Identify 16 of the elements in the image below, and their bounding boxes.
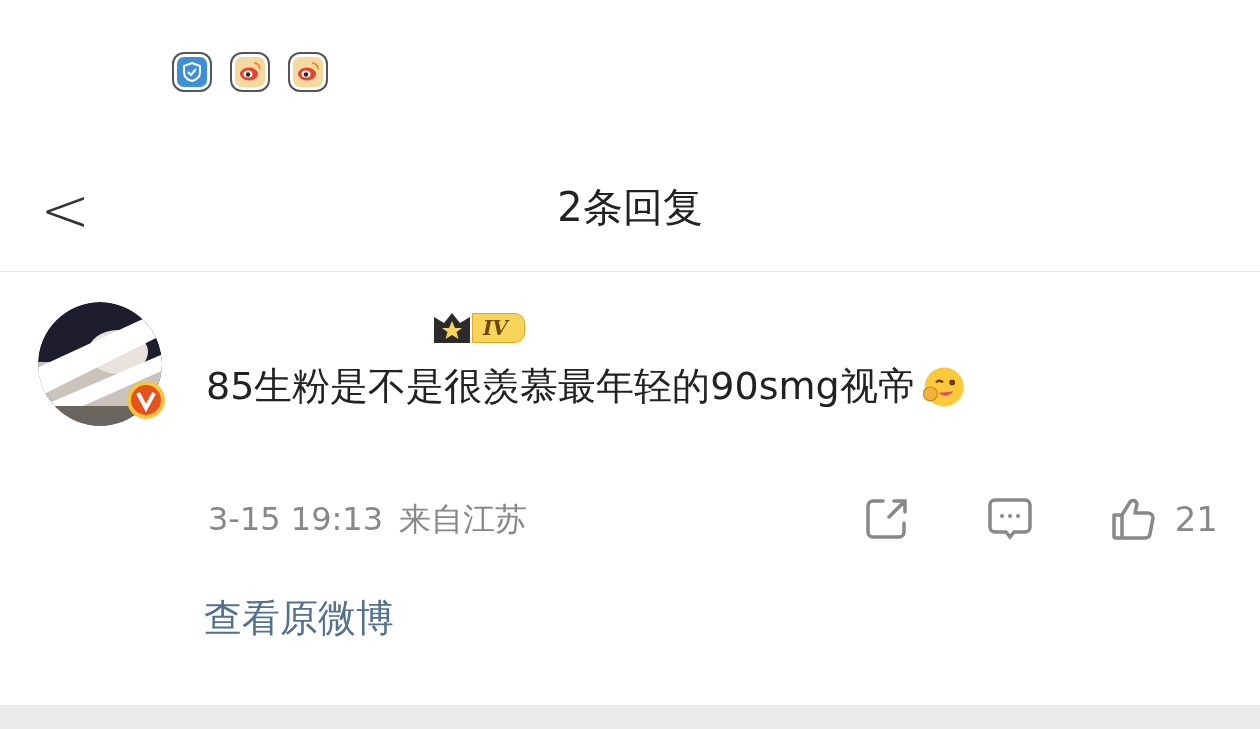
- post-location: 来自江苏: [399, 499, 527, 540]
- share-icon[interactable]: [864, 497, 909, 541]
- page-title: 2条回复: [557, 182, 703, 232]
- comment-icon[interactable]: [986, 496, 1033, 542]
- verified-badge-icon: [126, 380, 166, 420]
- shield-app-icon: [172, 52, 212, 92]
- like-count: 21: [1174, 497, 1218, 541]
- eye-app-icon: [288, 52, 328, 92]
- back-button[interactable]: <: [40, 180, 91, 240]
- comment-text: 85生粉是不是很羡慕最年轻的90smg视帝: [206, 363, 916, 410]
- like-icon[interactable]: [1110, 496, 1157, 542]
- crown-star-icon: [432, 311, 472, 345]
- eye-app-icon: [230, 52, 270, 92]
- post-time: 3-15 19:13: [208, 499, 383, 540]
- level-badge: IV: [472, 313, 525, 343]
- view-original-link[interactable]: 查看原微博: [204, 596, 394, 640]
